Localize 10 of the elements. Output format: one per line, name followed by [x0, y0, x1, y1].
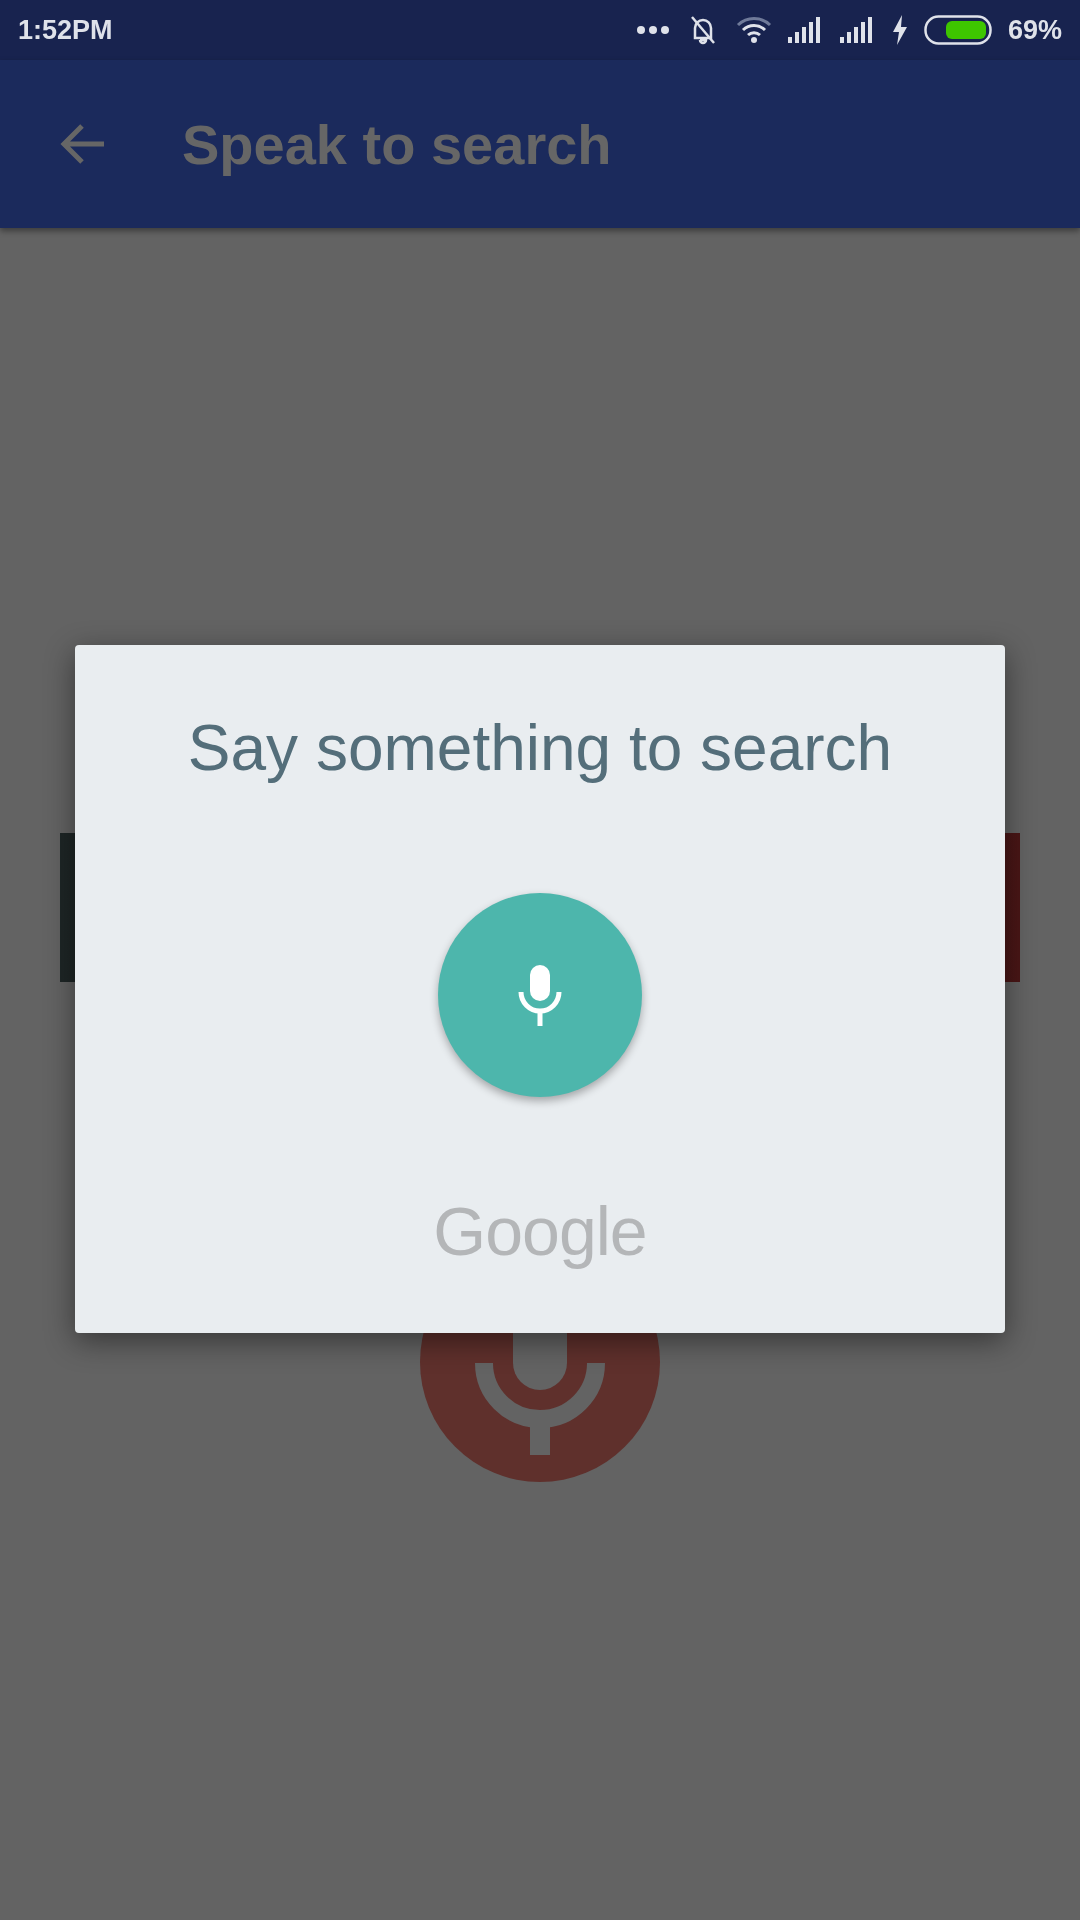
microphone-icon — [518, 964, 562, 1026]
google-logo: Google — [433, 1192, 647, 1270]
status-time: 1:52PM — [18, 14, 113, 46]
more-icon — [635, 25, 670, 35]
charging-icon — [891, 15, 908, 45]
dialog-title: Say something to search — [187, 711, 893, 785]
battery-icon — [923, 15, 992, 45]
wifi-icon — [735, 16, 772, 44]
battery-percent: 69% — [1007, 14, 1062, 46]
app-bar-title: Speak to search — [182, 111, 612, 177]
